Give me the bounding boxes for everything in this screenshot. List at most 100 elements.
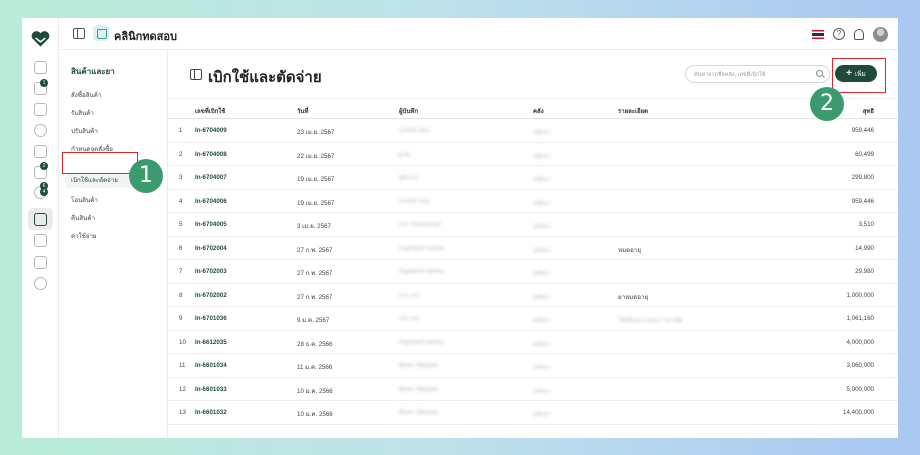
row-number: 6 <box>179 244 183 252</box>
row-warehouse: คลังยา <box>533 364 552 371</box>
withdraw-code-link[interactable]: In-6701036 <box>195 315 227 322</box>
package-icon[interactable] <box>34 213 47 226</box>
withdraw-code-link[interactable]: In-6601034 <box>195 362 227 369</box>
column-header-detail[interactable]: รายละเอียด <box>618 106 648 116</box>
table-row[interactable]: 1 In-6704009 23 เม.ย. 2567 CHAN Test คลังยา 9… <box>168 119 898 143</box>
withdraw-code-link[interactable]: In-6601032 <box>195 409 227 416</box>
row-net-amount: 3,060,000 <box>846 362 874 369</box>
rail-badge: 2 <box>40 162 48 170</box>
row-warehouse: คลังยา <box>533 293 552 301</box>
sidebar-item-return[interactable]: คืนสินค้า <box>71 213 95 223</box>
row-recorder: Suphanit Adsina <box>399 244 444 252</box>
row-recorder: ccc ccc <box>399 315 420 322</box>
table-row[interactable]: 3 In-6704007 19 เม.ย. 2567 gfd.ccc คลังยา 299… <box>168 166 898 190</box>
row-recorder: Suphanit Adsina <box>399 268 444 275</box>
withdraw-code-link[interactable]: In-6704009 <box>195 127 227 134</box>
clinic-name[interactable]: คลินิกทดสอบ <box>114 27 177 45</box>
grid-icon[interactable] <box>34 234 47 247</box>
top-bar: คลินิกทดสอบ ? <box>59 18 898 50</box>
row-date: 27 ก.พ. 2567 <box>297 246 333 254</box>
row-warehouse: คลังยา <box>533 246 552 254</box>
table-row[interactable]: 8 In-6702002 27 ก.พ. 2567 ccc ccc คลังยา ยาหม… <box>168 284 898 307</box>
column-header-code[interactable]: เลขที่เบิกใช้ <box>195 106 225 116</box>
table-row[interactable]: 13 In-6601032 10 ม.ค. 2566 Bbon Jabaraa คลัง… <box>168 401 898 425</box>
withdraw-code-link[interactable]: In-6601033 <box>195 386 227 393</box>
row-number: 9 <box>179 315 183 322</box>
brand-logo-icon[interactable] <box>31 30 50 48</box>
row-recorder: Bbon Jabaraa <box>399 409 438 416</box>
row-warehouse: คลังยา <box>533 387 552 395</box>
bell-icon[interactable] <box>854 28 864 40</box>
sidebar-item-expense[interactable]: ค่าใช้จ่าย <box>71 231 97 241</box>
row-recorder: xxx Tiaranasait <box>399 221 441 228</box>
rail-badge: 1 <box>40 79 48 87</box>
column-header-recorder[interactable]: ผู้บันทึก <box>399 106 418 116</box>
withdraw-code-link[interactable]: In-6704008 <box>195 151 227 158</box>
withdraw-code-link[interactable]: In-6704006 <box>195 198 227 205</box>
thai-flag-icon[interactable] <box>812 29 824 39</box>
table-row[interactable]: 11 In-6601034 11 ม.ค. 2566 Bbon Jabaraa คลัง… <box>168 354 898 378</box>
table-row[interactable]: 12 In-6601033 10 ม.ค. 2566 Bbon Jabaraa คลัง… <box>168 378 898 401</box>
column-header-net[interactable]: สุทธิ <box>863 106 874 116</box>
user-icon[interactable] <box>34 124 47 137</box>
withdraw-code-link[interactable]: In-6704007 <box>195 174 227 181</box>
home-icon[interactable] <box>34 61 47 74</box>
search-icon[interactable] <box>816 70 823 77</box>
withdraw-code-link[interactable]: In-6702003 <box>195 268 227 275</box>
sidebar-item-purchase[interactable]: สั่งซื้อสินค้า <box>71 90 101 100</box>
row-date: 19 เม.ย. 2567 <box>297 176 335 183</box>
step1-highlight <box>62 152 138 174</box>
sidebar-item-receive[interactable]: รับสินค้า <box>71 108 94 118</box>
row-number: 4 <box>179 197 183 205</box>
help-icon[interactable]: ? <box>833 28 845 40</box>
top-right-actions: ? <box>812 25 888 43</box>
row-net-amount: 5,000,000 <box>846 385 874 393</box>
row-net-amount: 3,510 <box>858 221 874 228</box>
row-date: 10 ม.ค. 2566 <box>297 411 333 418</box>
row-date: 22 เม.ย. 2567 <box>297 152 335 160</box>
rail-badge: 4 <box>40 188 48 196</box>
sidebar-item-transfer[interactable]: โอนสินค้า <box>71 195 98 205</box>
withdraw-code-link[interactable]: In-6702002 <box>195 292 227 299</box>
row-recorder: Bbon Jabaraa <box>399 362 438 369</box>
table-row[interactable]: 2 In-6704008 22 เม.ย. 2567 jj.aa คลังยา 60,49… <box>168 143 898 166</box>
row-date: 3 เม.ย. 2567 <box>297 223 331 230</box>
row-date: 28 ธ.ค. 2566 <box>297 340 333 348</box>
search-input[interactable] <box>694 68 812 81</box>
sidebar-toggle-icon[interactable] <box>190 69 202 80</box>
row-net-amount: 29,980 <box>855 268 874 275</box>
column-header-warehouse[interactable]: คลัง <box>533 106 544 116</box>
table-row[interactable]: 4 In-6704006 19 เม.ย. 2567 CHAN Test คลังยา 9… <box>168 190 898 213</box>
withdraw-code-link[interactable]: In-6612035 <box>195 339 227 346</box>
clinic-home-icon <box>93 25 109 41</box>
row-recorder: Suphanit Adsina <box>399 338 444 346</box>
row-warehouse: คลังยา <box>533 223 552 230</box>
withdraw-code-link[interactable]: In-6704005 <box>195 221 227 228</box>
table-row[interactable]: 5 In-6704005 3 เม.ย. 2567 xxx Tiaranasait คล… <box>168 213 898 237</box>
row-net-amount: 4,000,000 <box>846 338 874 346</box>
row-date: 19 เม.ย. 2567 <box>297 199 335 207</box>
table-row[interactable]: 10 In-6612035 28 ธ.ค. 2566 Suphanit Adsina ค… <box>168 331 898 354</box>
avatar[interactable] <box>873 26 888 42</box>
row-recorder: CHAN Test <box>399 127 430 134</box>
row-warehouse: คลังยา <box>533 199 552 207</box>
gear-icon[interactable] <box>34 277 47 290</box>
row-net-amount: 1,061,160 <box>846 315 874 322</box>
column-header-date[interactable]: วันที่ <box>297 106 308 116</box>
row-number: 8 <box>179 291 183 299</box>
sidebar-item-adjust[interactable]: ปรับสินค้า <box>71 126 98 136</box>
withdraw-code-link[interactable]: In-6702004 <box>195 245 227 252</box>
table-row[interactable]: 7 In-6702003 27 ก.พ. 2567 Suphanit Adsina คล… <box>168 260 898 284</box>
row-number: 3 <box>179 174 183 181</box>
row-number: 5 <box>179 221 183 228</box>
table-row[interactable]: 9 In-6701036 9 ม.ค. 2567 ccc ccc คลังยา ใช้เพ… <box>168 307 898 331</box>
row-warehouse: คลังยา <box>533 129 552 136</box>
row-detail: ยาหมดอายุ <box>618 293 649 301</box>
chart-icon[interactable] <box>34 256 47 269</box>
table-row[interactable]: 6 In-6702004 27 ก.พ. 2567 Suphanit Adsina คล… <box>168 237 898 260</box>
table-body: 1 In-6704009 23 เม.ย. 2567 CHAN Test คลังยา 9… <box>168 119 898 425</box>
list-icon[interactable] <box>34 103 47 116</box>
sidebar-toggle-icon[interactable] <box>73 28 85 39</box>
row-recorder: jj.aa <box>399 150 411 158</box>
calendar-icon[interactable] <box>34 145 47 158</box>
